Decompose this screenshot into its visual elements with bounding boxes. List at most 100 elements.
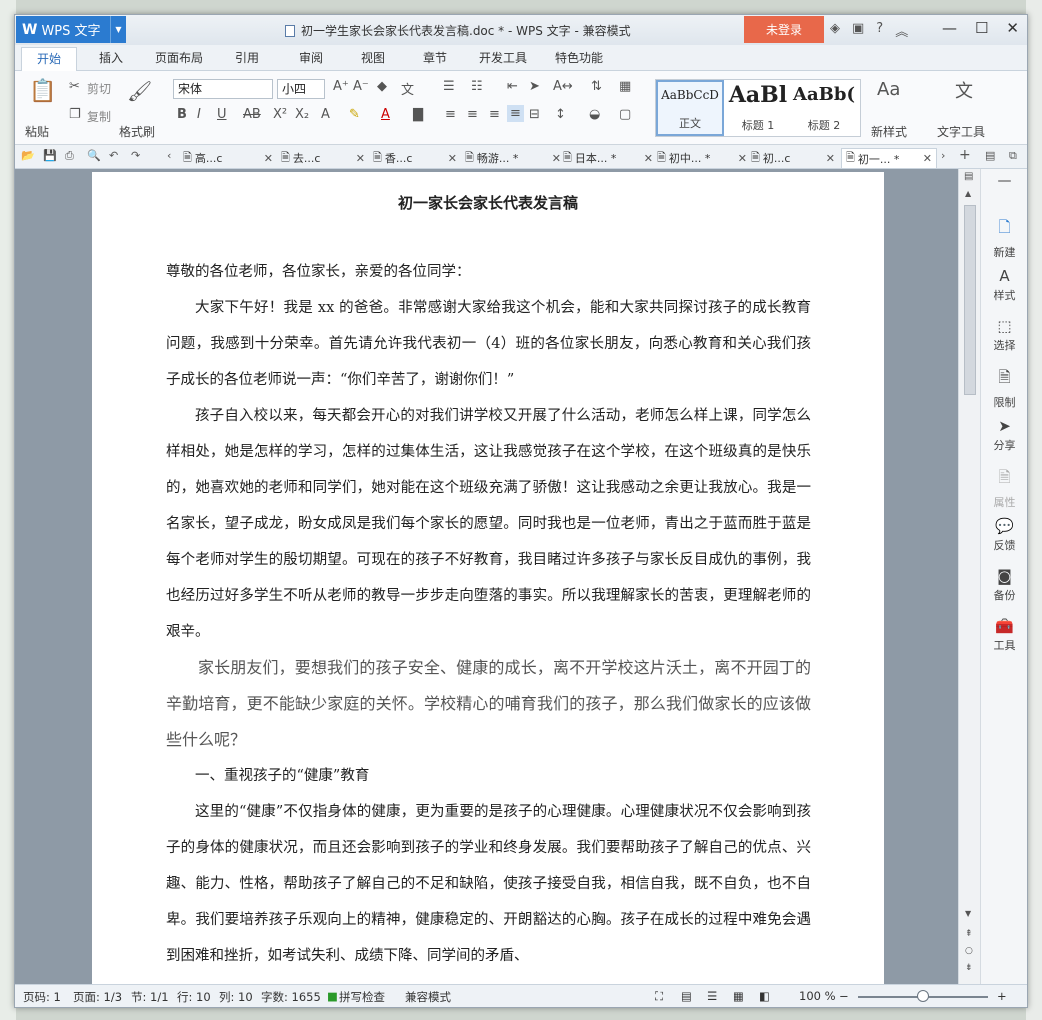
font-name-select[interactable]: 宋体 — [173, 79, 273, 99]
zoom-slider-thumb[interactable] — [917, 990, 929, 1002]
shading-icon[interactable]: ◒ — [589, 107, 600, 122]
font-color-icon[interactable]: A — [381, 107, 390, 122]
doc-tab-active[interactable]: 🗎 初一... * ✕ — [841, 148, 937, 168]
panel-properties[interactable]: 🗎 属性 — [981, 467, 1027, 510]
prev-page-icon[interactable]: ⇞ — [965, 929, 973, 939]
tab-view[interactable]: 视图 — [361, 49, 385, 66]
doc-tab[interactable]: 🗎 香...c ✕ — [373, 148, 457, 168]
grow-font-icon[interactable]: A⁺ — [333, 79, 349, 94]
panel-tools[interactable]: 🧰 工具 — [981, 617, 1027, 653]
save-icon[interactable]: 💾 — [43, 149, 57, 162]
panel-styles[interactable]: A 样式 — [981, 267, 1027, 303]
tab-developer[interactable]: 开发工具 — [479, 49, 527, 66]
close-tab-icon[interactable]: ✕ — [738, 152, 747, 165]
status-word-count[interactable]: 字数: 1655 — [261, 989, 321, 1005]
phonetic-icon[interactable]: 文 — [401, 79, 414, 98]
tab-insert[interactable]: 插入 — [99, 49, 123, 66]
new-style-icon[interactable]: Aa — [877, 79, 900, 100]
border-icon[interactable]: ▢ — [619, 107, 631, 122]
font-size-select[interactable]: 小四 — [277, 79, 325, 99]
status-spellcheck[interactable]: 拼写检查 — [339, 989, 385, 1005]
strikethrough-icon[interactable]: AB — [243, 107, 261, 122]
style-heading-2[interactable]: AaBb( 标题 2 — [790, 80, 858, 136]
close-tab-icon[interactable]: ✕ — [356, 152, 365, 165]
doc-tab[interactable]: 🗎 初...c ✕ — [751, 148, 835, 168]
collapse-ribbon-icon[interactable]: ︽ — [895, 21, 908, 40]
tab-references[interactable]: 引用 — [235, 49, 259, 66]
reading-view-icon[interactable]: ◧ — [759, 989, 770, 1003]
help-icon[interactable]: ? — [876, 21, 883, 40]
decrease-indent-icon[interactable]: ⇤ — [507, 79, 518, 94]
panel-collapse-icon[interactable]: — — [981, 173, 1027, 189]
tab-scroll-left-icon[interactable]: ‹ — [167, 149, 171, 162]
fullscreen-view-icon[interactable]: ⛶ — [655, 989, 663, 1004]
tab-special[interactable]: 特色功能 — [555, 49, 603, 66]
undo-icon[interactable]: ↶ — [109, 149, 118, 162]
cut-button[interactable]: 剪切 — [87, 80, 111, 97]
panel-new[interactable]: 🗋 新建 — [981, 217, 1027, 260]
panel-backup[interactable]: ◙ 备份 — [981, 567, 1027, 603]
text-direction-icon[interactable]: A↔ — [553, 79, 573, 94]
style-normal[interactable]: AaBbCcD 正文 — [656, 80, 724, 136]
paste-button[interactable]: 粘贴 — [25, 123, 49, 140]
new-tab-icon[interactable]: + — [959, 147, 971, 163]
open-icon[interactable]: 📂 — [21, 149, 35, 162]
panel-share[interactable]: ➤ 分享 — [981, 417, 1027, 453]
ruler-toggle-icon[interactable]: ▤ — [964, 171, 973, 182]
doc-tab[interactable]: 🗎 去...c ✕ — [281, 148, 365, 168]
vertical-scrollbar[interactable]: ▤ ▲ ▼ ⇞ ○ ⇟ — [958, 169, 980, 984]
copy-button[interactable]: 复制 — [87, 108, 111, 125]
doc-tab[interactable]: 🗎 畅游... * ✕ — [465, 148, 561, 168]
bold-icon[interactable]: B — [177, 107, 187, 122]
doc-tab[interactable]: 🗎 初中... * ✕ — [657, 148, 747, 168]
app-menu-button[interactable]: W WPS 文字 ▼ — [16, 16, 126, 43]
distribute-icon[interactable]: ⊟ — [529, 107, 540, 122]
next-page-icon[interactable]: ⇟ — [965, 963, 973, 973]
superscript-icon[interactable]: X² — [273, 107, 287, 122]
tab-scroll-right-icon[interactable]: › — [941, 149, 945, 162]
tab-start[interactable]: 开始 — [21, 47, 77, 71]
panel-feedback[interactable]: 💬 反馈 — [981, 517, 1027, 553]
char-shading-icon[interactable]: ▇ — [413, 107, 423, 122]
style-heading-1[interactable]: AaBl 标题 1 — [724, 80, 792, 136]
sort-icon[interactable]: ⇅ — [591, 79, 602, 94]
zoom-in-icon[interactable]: + — [997, 989, 1007, 1003]
format-painter-button[interactable]: 格式刷 — [119, 123, 155, 140]
clear-format-icon[interactable]: ◆ — [377, 79, 387, 94]
italic-icon[interactable]: I — [197, 107, 201, 122]
shirt-icon[interactable]: ▣ — [852, 21, 864, 40]
zoom-out-icon[interactable]: − — [839, 989, 849, 1003]
panel-select[interactable]: ⬚ 选择 — [981, 317, 1027, 353]
outline-view-icon[interactable]: ☰ — [707, 989, 717, 1003]
tab-page-layout[interactable]: 页面布局 — [155, 49, 203, 66]
text-tools-button[interactable]: 文字工具 — [937, 123, 985, 140]
skin-icon[interactable]: ◈ — [830, 21, 840, 40]
line-spacing-icon[interactable]: ↕ — [555, 107, 566, 122]
preview-icon[interactable]: 🔍 — [87, 149, 101, 162]
zoom-level[interactable]: 100 % — [799, 989, 836, 1003]
highlight-icon[interactable]: ✎ — [349, 107, 360, 122]
align-right-icon[interactable]: ≡ — [489, 107, 500, 122]
align-center-icon[interactable]: ≡ — [467, 107, 478, 122]
minimize-icon[interactable]: — — [942, 19, 957, 37]
shrink-font-icon[interactable]: A⁻ — [353, 79, 369, 94]
subscript-icon[interactable]: X₂ — [295, 107, 309, 122]
numbering-icon[interactable]: ☷ — [471, 79, 483, 94]
underline-icon[interactable]: U — [217, 107, 227, 122]
print-icon[interactable]: ⎙ — [65, 149, 74, 163]
document-page[interactable]: 初一家长会家长代表发言稿 尊敬的各位老师，各位家长，亲爱的各位同学： 大家下午好… — [92, 172, 884, 984]
close-icon[interactable]: ✕ — [1006, 19, 1019, 37]
text-effect-icon[interactable]: A — [321, 107, 330, 122]
text-tools-icon[interactable]: 文 — [955, 77, 973, 103]
page-view-icon[interactable]: ▤ — [681, 989, 692, 1003]
tab-chapter[interactable]: 章节 — [423, 49, 447, 66]
close-tab-icon[interactable]: ✕ — [826, 152, 835, 165]
restore-icon[interactable]: ⧉ — [1009, 149, 1017, 163]
browse-object-icon[interactable]: ○ — [965, 946, 973, 956]
scroll-up-icon[interactable]: ▲ — [965, 189, 971, 198]
bullets-icon[interactable]: ☰ — [443, 79, 455, 94]
redo-icon[interactable]: ↷ — [131, 149, 140, 162]
tab-menu-icon[interactable]: ▤ — [985, 149, 995, 162]
scroll-down-icon[interactable]: ▼ — [965, 909, 971, 918]
doc-tab[interactable]: 🗎 高...c ✕ — [183, 148, 273, 168]
